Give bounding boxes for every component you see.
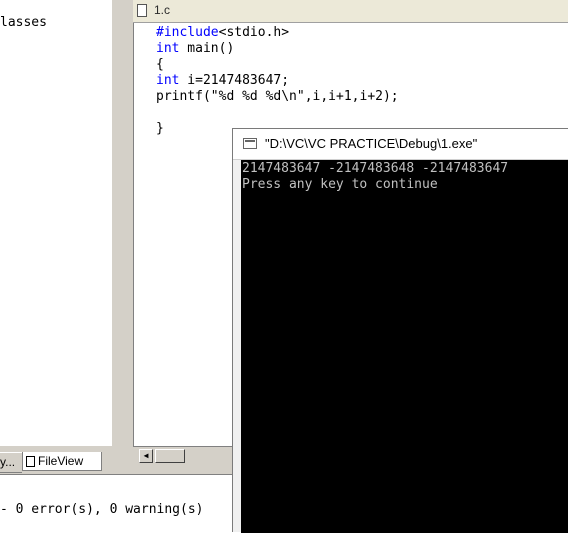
code-text: <stdio.h>	[218, 25, 290, 40]
code-keyword: int	[156, 41, 180, 56]
tab-classview[interactable]: y...	[0, 452, 22, 473]
console-line: Press any key to continue	[242, 177, 438, 192]
console-output: 2147483647 -2147483648 -2147483647 Press…	[241, 160, 568, 533]
code-line: }	[156, 121, 164, 137]
editor-title: 1.c	[154, 3, 171, 17]
build-output-text: - 0 error(s), 0 warning(s)	[0, 502, 204, 517]
tab-fileview-label: FileView	[38, 454, 84, 468]
tab-fileview[interactable]: FileView	[22, 452, 102, 471]
scroll-thumb[interactable]	[155, 449, 185, 463]
editor-gutter	[134, 23, 154, 447]
code-keyword: int	[156, 73, 180, 88]
console-window[interactable]: "D:\VC\VC PRACTICE\Debug\1.exe" 21474836…	[232, 128, 568, 533]
code-text: printf("%d %d %d\n",i,i+1,i+2);	[156, 89, 399, 104]
code-line: int i=2147483647;	[156, 73, 289, 89]
console-title: "D:\VC\VC PRACTICE\Debug\1.exe"	[265, 136, 478, 151]
console-title-bar[interactable]: "D:\VC\VC PRACTICE\Debug\1.exe"	[233, 129, 568, 160]
code-line: #include<stdio.h>	[156, 25, 289, 41]
console-app-icon	[243, 138, 257, 149]
workspace-panel: lasses	[0, 0, 112, 446]
code-line: {	[156, 57, 164, 73]
class-tree-item[interactable]: lasses	[0, 15, 47, 30]
code-line: int main()	[156, 41, 234, 57]
code-text: }	[156, 121, 164, 136]
code-keyword: #include	[156, 25, 219, 40]
scroll-left-icon[interactable]: ◀	[139, 449, 153, 463]
tab-classview-label: y...	[0, 455, 16, 469]
code-text: {	[156, 57, 164, 72]
editor-title-bar: 1.c	[133, 0, 568, 23]
document-icon	[137, 4, 147, 17]
code-text: i=2147483647;	[179, 73, 290, 88]
workspace-scrollbar[interactable]	[111, 0, 124, 446]
workspace-tabs: y... FileView	[0, 446, 126, 474]
code-line: printf("%d %d %d\n",i,i+1,i+2);	[156, 89, 399, 105]
file-icon	[26, 456, 35, 467]
code-text: main()	[179, 41, 235, 56]
console-line: 2147483647 -2147483648 -2147483647	[242, 161, 509, 176]
